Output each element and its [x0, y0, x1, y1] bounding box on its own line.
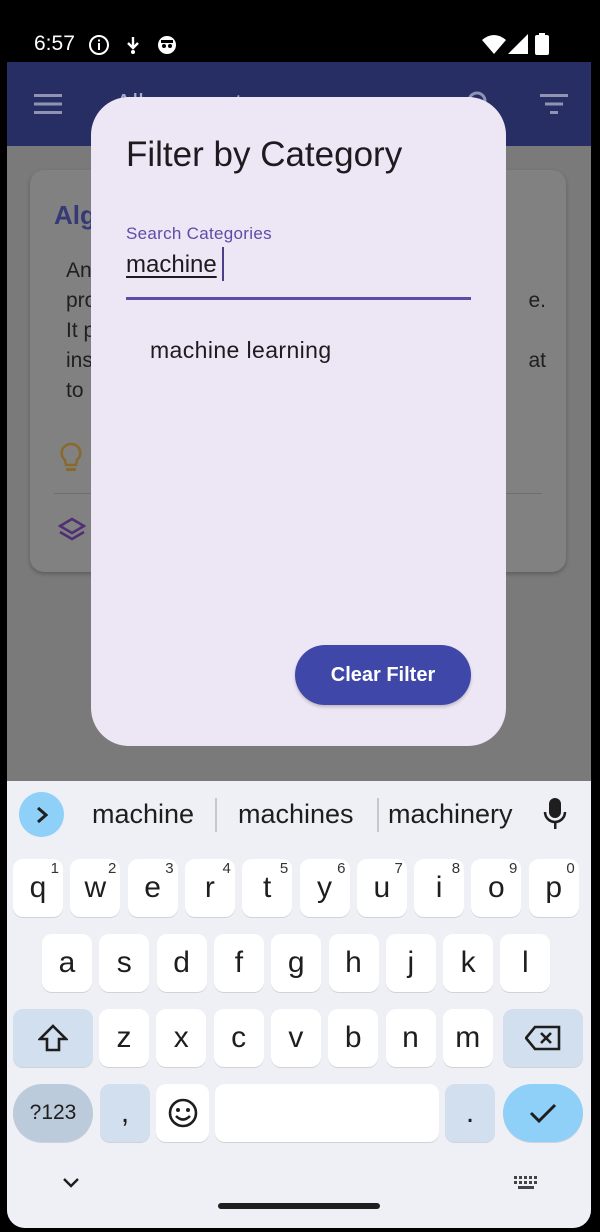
key-y[interactable]: y6	[299, 859, 350, 917]
key-i[interactable]: i8	[414, 859, 465, 917]
menu-icon[interactable]	[34, 94, 62, 114]
key-g[interactable]: g	[271, 934, 322, 992]
emoji-key[interactable]	[156, 1084, 209, 1142]
key-label: i	[435, 871, 443, 904]
key-hint: 5	[279, 860, 289, 877]
key-j[interactable]: j	[385, 934, 436, 992]
key-w[interactable]: w2	[70, 859, 121, 917]
key-o[interactable]: o9	[471, 859, 522, 917]
chevron-right-icon	[36, 806, 48, 823]
key-l[interactable]: l	[500, 934, 551, 992]
key-hint: 1	[50, 860, 59, 877]
key-hint: 6	[337, 860, 346, 877]
key-d[interactable]: d	[156, 934, 207, 992]
key-e[interactable]: e3	[127, 859, 178, 917]
expand-toolbar-button[interactable]	[19, 792, 64, 837]
battery-icon	[535, 33, 549, 55]
key-hint: 3	[165, 860, 174, 877]
key-u[interactable]: u7	[356, 859, 407, 917]
key-q[interactable]: q1	[13, 859, 63, 917]
download-icon	[127, 37, 139, 54]
lightbulb-icon	[60, 442, 82, 471]
gesture-nav-handle[interactable]	[218, 1203, 380, 1209]
key-label: y	[317, 871, 332, 904]
key-label: q	[29, 871, 47, 904]
period-key[interactable]: .	[445, 1084, 495, 1142]
screen: All concepts Alg An proe. It p insat to …	[7, 62, 591, 1228]
check-icon	[529, 1103, 557, 1124]
suggestion[interactable]: machines	[238, 799, 354, 830]
hide-keyboard-icon[interactable]	[61, 1176, 81, 1190]
key-label: r	[204, 871, 215, 904]
dialog-title: Filter by Category	[126, 135, 403, 174]
suggestion-divider	[377, 798, 379, 832]
backspace-key[interactable]	[503, 1009, 583, 1067]
key-hint: 8	[451, 860, 461, 877]
space-key[interactable]	[215, 1084, 439, 1142]
key-h[interactable]: h	[328, 934, 379, 992]
emoji-icon	[168, 1098, 197, 1128]
key-n[interactable]: n	[385, 1009, 436, 1067]
status-time: 6:57	[34, 32, 75, 55]
key-hint: 2	[107, 860, 117, 877]
key-label: e	[144, 871, 161, 904]
signal-icon	[508, 34, 528, 54]
symbols-key[interactable]: ?123	[13, 1084, 93, 1142]
status-bar: 6:57	[0, 0, 600, 62]
key-label: u	[373, 871, 391, 904]
suggestion-divider	[215, 798, 217, 832]
key-b[interactable]: b	[328, 1009, 379, 1067]
search-field-label: Search Categories	[126, 224, 272, 243]
app-notification-icon	[158, 36, 176, 54]
key-t[interactable]: t5	[242, 859, 293, 917]
shift-key[interactable]	[13, 1009, 93, 1067]
card-line-suffix: at	[528, 349, 546, 372]
key-label: t	[263, 871, 272, 904]
soft-keyboard: machine machines machinery q1w2e3r4t5y6u…	[7, 781, 591, 1228]
filter-dialog: Filter by Category Search Categories mac…	[91, 97, 506, 746]
category-option[interactable]: machine learning	[150, 337, 332, 364]
search-field-underline	[126, 297, 471, 300]
text-cursor	[222, 247, 224, 281]
key-f[interactable]: f	[213, 934, 264, 992]
card-line: ins	[66, 349, 93, 372]
wifi-icon	[482, 35, 506, 54]
key-label: w	[84, 871, 107, 904]
key-hint: 9	[509, 860, 518, 877]
suggestion[interactable]: machinery	[388, 799, 513, 830]
key-hint: 7	[394, 860, 403, 877]
suggestion[interactable]: machine	[92, 799, 194, 830]
search-categories-input[interactable]: machine	[126, 251, 217, 279]
key-hint: 4	[222, 860, 231, 877]
key-p[interactable]: p0	[528, 859, 579, 917]
key-v[interactable]: v	[270, 1009, 321, 1067]
key-r[interactable]: r4	[184, 859, 235, 917]
keyboard-switch-icon[interactable]	[513, 1175, 539, 1191]
comma-key[interactable]: ,	[100, 1084, 150, 1142]
key-m[interactable]: m	[442, 1009, 493, 1067]
filter-icon[interactable]	[540, 94, 568, 114]
key-s[interactable]: s	[99, 934, 150, 992]
clear-filter-button[interactable]: Clear Filter	[295, 645, 471, 705]
backspace-icon	[525, 1025, 561, 1051]
card-title: Alg	[54, 200, 96, 230]
card-line-suffix: e.	[528, 289, 546, 312]
key-c[interactable]: c	[213, 1009, 264, 1067]
key-k[interactable]: k	[443, 934, 494, 992]
key-hint: 0	[566, 860, 575, 877]
key-label: o	[488, 871, 505, 904]
microphone-icon[interactable]	[543, 797, 567, 831]
layers-icon	[58, 517, 86, 541]
info-icon	[89, 35, 109, 55]
done-key[interactable]	[503, 1084, 583, 1142]
key-x[interactable]: x	[156, 1009, 207, 1067]
key-label: p	[545, 871, 563, 904]
key-a[interactable]: a	[42, 934, 92, 992]
key-z[interactable]: z	[99, 1009, 149, 1067]
shift-icon	[38, 1024, 68, 1052]
